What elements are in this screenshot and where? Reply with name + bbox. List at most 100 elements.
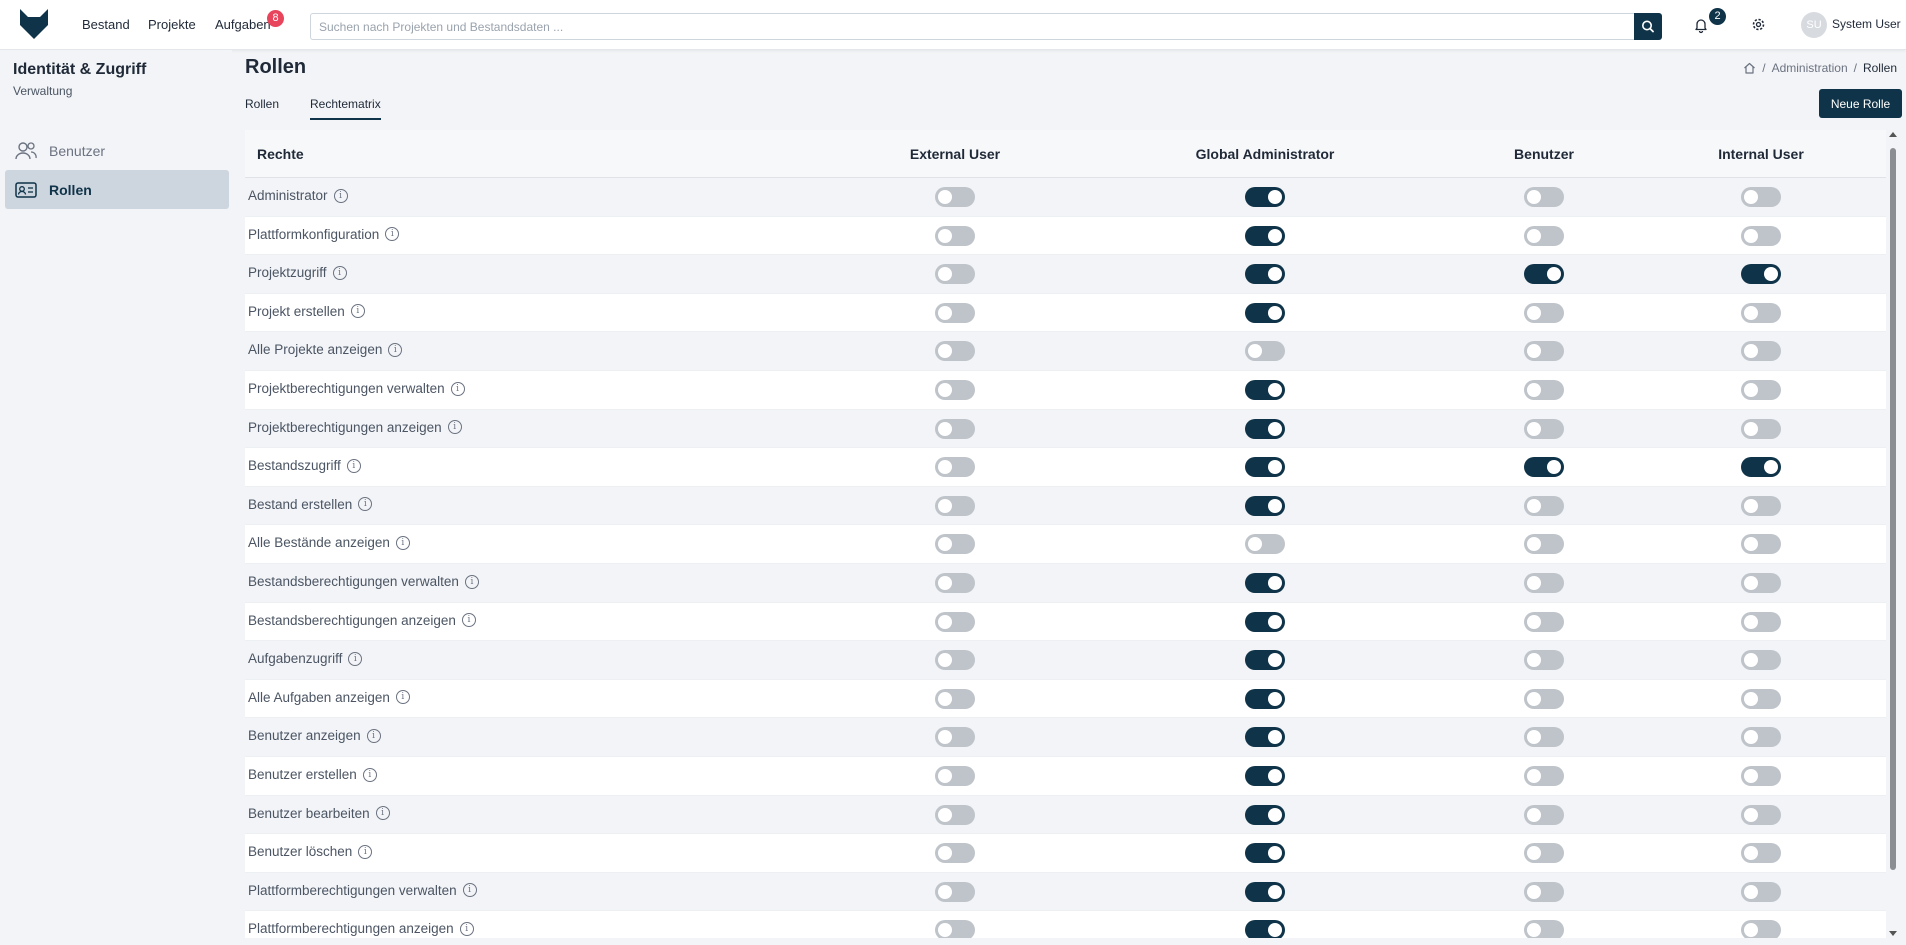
permission-toggle[interactable] bbox=[935, 881, 975, 902]
permission-toggle[interactable] bbox=[935, 187, 975, 207]
permission-toggle[interactable] bbox=[935, 766, 975, 786]
permission-toggle[interactable] bbox=[1524, 611, 1564, 632]
fox-logo-icon[interactable] bbox=[18, 7, 50, 41]
user-avatar[interactable]: SU bbox=[1801, 12, 1827, 38]
scroll-down-icon[interactable] bbox=[1889, 931, 1897, 936]
permission-toggle[interactable] bbox=[935, 418, 975, 439]
permission-toggle[interactable] bbox=[935, 650, 975, 671]
permission-toggle[interactable] bbox=[1741, 688, 1781, 709]
permission-toggle[interactable] bbox=[1245, 302, 1285, 323]
permission-toggle[interactable] bbox=[1741, 766, 1781, 786]
permission-toggle[interactable] bbox=[1524, 187, 1564, 207]
permission-toggle[interactable] bbox=[1245, 341, 1285, 362]
permission-toggle[interactable] bbox=[1245, 225, 1285, 246]
info-icon[interactable]: i bbox=[459, 921, 474, 936]
permission-toggle[interactable] bbox=[935, 380, 975, 400]
permission-toggle[interactable] bbox=[1245, 457, 1285, 478]
info-icon[interactable]: i bbox=[395, 690, 410, 705]
tab-rechtematrix[interactable]: Rechtematrix bbox=[310, 97, 381, 120]
permission-toggle[interactable] bbox=[1245, 688, 1285, 709]
permission-toggle[interactable] bbox=[1524, 843, 1564, 864]
permission-toggle[interactable] bbox=[1524, 341, 1564, 362]
permission-toggle[interactable] bbox=[1741, 264, 1781, 285]
permission-toggle[interactable] bbox=[1741, 573, 1781, 593]
info-icon[interactable]: i bbox=[461, 613, 476, 628]
tab-rollen[interactable]: Rollen bbox=[245, 97, 279, 118]
permission-toggle[interactable] bbox=[1524, 418, 1564, 439]
permission-toggle[interactable] bbox=[935, 457, 975, 478]
permission-toggle[interactable] bbox=[1245, 495, 1285, 516]
permission-toggle[interactable] bbox=[935, 688, 975, 709]
scrollbar-thumb[interactable] bbox=[1890, 148, 1896, 870]
permission-toggle[interactable] bbox=[1524, 920, 1564, 938]
permission-toggle[interactable] bbox=[1245, 766, 1285, 786]
permission-toggle[interactable] bbox=[1245, 881, 1285, 902]
permission-toggle[interactable] bbox=[935, 264, 975, 285]
permission-toggle[interactable] bbox=[1245, 727, 1285, 748]
permission-toggle[interactable] bbox=[935, 534, 975, 555]
user-name[interactable]: System User bbox=[1832, 17, 1901, 31]
new-role-button[interactable]: Neue Rolle bbox=[1819, 89, 1902, 118]
permission-toggle[interactable] bbox=[1245, 380, 1285, 400]
permission-toggle[interactable] bbox=[1741, 534, 1781, 555]
permission-toggle[interactable] bbox=[1524, 804, 1564, 825]
search-input[interactable] bbox=[310, 13, 1635, 40]
home-icon[interactable] bbox=[1743, 62, 1756, 74]
notifications-button[interactable] bbox=[1693, 16, 1709, 34]
permission-toggle[interactable] bbox=[935, 920, 975, 938]
permission-toggle[interactable] bbox=[1741, 341, 1781, 362]
nav-bestand[interactable]: Bestand bbox=[82, 17, 130, 32]
breadcrumb-administration[interactable]: Administration bbox=[1772, 61, 1848, 75]
permission-toggle[interactable] bbox=[1245, 843, 1285, 864]
scroll-up-icon[interactable] bbox=[1889, 132, 1897, 137]
info-icon[interactable]: i bbox=[358, 844, 373, 859]
permission-toggle[interactable] bbox=[1741, 611, 1781, 632]
permission-toggle[interactable] bbox=[935, 804, 975, 825]
permission-toggle[interactable] bbox=[1524, 727, 1564, 748]
permission-toggle[interactable] bbox=[1524, 302, 1564, 323]
permission-toggle[interactable] bbox=[1741, 881, 1781, 902]
permission-toggle[interactable] bbox=[1245, 573, 1285, 593]
permission-toggle[interactable] bbox=[1741, 650, 1781, 671]
permission-toggle[interactable] bbox=[935, 495, 975, 516]
table-scrollbar[interactable] bbox=[1887, 130, 1899, 938]
permission-toggle[interactable] bbox=[1524, 264, 1564, 285]
permission-toggle[interactable] bbox=[1741, 727, 1781, 748]
permission-toggle[interactable] bbox=[1245, 534, 1285, 555]
permission-toggle[interactable] bbox=[1741, 302, 1781, 323]
info-icon[interactable]: i bbox=[375, 806, 390, 821]
info-icon[interactable]: i bbox=[350, 304, 365, 319]
nav-aufgaben[interactable]: Aufgaben bbox=[215, 17, 271, 32]
permission-toggle[interactable] bbox=[1245, 920, 1285, 938]
permission-toggle[interactable] bbox=[1245, 264, 1285, 285]
permission-toggle[interactable] bbox=[1524, 766, 1564, 786]
info-icon[interactable]: i bbox=[464, 574, 479, 589]
permission-toggle[interactable] bbox=[935, 611, 975, 632]
permission-toggle[interactable] bbox=[1245, 187, 1285, 207]
permission-toggle[interactable] bbox=[1245, 418, 1285, 439]
permission-toggle[interactable] bbox=[1741, 843, 1781, 864]
info-icon[interactable]: i bbox=[362, 767, 377, 782]
permission-toggle[interactable] bbox=[935, 573, 975, 593]
info-icon[interactable]: i bbox=[385, 227, 400, 242]
info-icon[interactable]: i bbox=[358, 497, 373, 512]
permission-toggle[interactable] bbox=[935, 341, 975, 362]
permission-toggle[interactable] bbox=[1245, 804, 1285, 825]
permission-toggle[interactable] bbox=[1524, 650, 1564, 671]
permission-toggle[interactable] bbox=[1524, 495, 1564, 516]
info-icon[interactable]: i bbox=[333, 188, 348, 203]
permission-toggle[interactable] bbox=[1741, 225, 1781, 246]
info-icon[interactable]: i bbox=[447, 420, 462, 435]
permission-toggle[interactable] bbox=[1741, 495, 1781, 516]
permission-toggle[interactable] bbox=[1741, 380, 1781, 400]
permission-toggle[interactable] bbox=[1524, 457, 1564, 478]
permission-toggle[interactable] bbox=[1741, 920, 1781, 938]
info-icon[interactable]: i bbox=[395, 535, 410, 550]
sidebar-item-benutzer[interactable]: Benutzer bbox=[5, 131, 229, 170]
sidebar-item-rollen[interactable]: Rollen bbox=[5, 170, 229, 209]
permission-toggle[interactable] bbox=[1741, 457, 1781, 478]
permission-toggle[interactable] bbox=[935, 727, 975, 748]
permission-toggle[interactable] bbox=[935, 225, 975, 246]
permission-toggle[interactable] bbox=[1524, 881, 1564, 902]
info-icon[interactable]: i bbox=[348, 651, 363, 666]
